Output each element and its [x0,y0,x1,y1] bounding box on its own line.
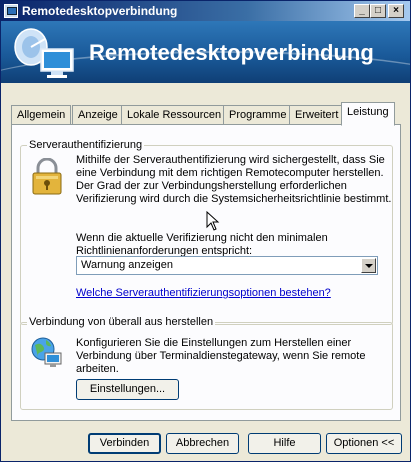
minimize-button[interactable]: _ [354,4,370,18]
help-button[interactable]: Hilfe [248,433,321,454]
computer-satellite-icon [14,28,74,78]
gateway-group: Verbindung von überall aus herstellen Ko… [20,316,393,410]
tab-leistung[interactable]: Leistung [341,102,395,126]
connect-button[interactable]: Verbinden [88,433,161,454]
globe-computer-icon [31,337,62,367]
tab-programme[interactable]: Programme [223,105,293,125]
close-button[interactable]: × [388,4,404,18]
gateway-legend: Verbindung von überall aus herstellen [27,316,216,328]
tab-lokale-ressourcen[interactable]: Lokale Ressourcen [121,105,228,125]
server-auth-description: Mithilfe der Serverauthentifizierung wir… [76,154,392,205]
tab-erweitert[interactable]: Erweitert [289,105,345,125]
window-title: Remotedesktopverbindung [22,4,178,18]
verification-condition-label: Wenn die aktuelle Verifizierung nicht de… [76,232,328,257]
chevron-down-icon[interactable] [361,258,376,273]
dialog-window: Remotedesktopverbindung _ □ × Remotedesk… [0,0,411,462]
gateway-description: Konfigurieren Sie die Einstellungen zum … [76,337,366,375]
server-auth-legend: Serverauthentifizierung [27,139,145,151]
title-bar[interactable]: Remotedesktopverbindung _ □ × [1,1,410,21]
remote-desktop-icon [4,4,18,18]
padlock-icon [32,158,62,195]
tab-panel-leistung: Serverauthentifizierung Mithilfe der Ser… [11,124,401,421]
maximize-button[interactable]: □ [370,4,386,18]
settings-button[interactable]: Einstellungen... [76,379,179,400]
mouse-cursor-icon [206,211,220,231]
tab-anzeige[interactable]: Anzeige [72,105,124,125]
tab-allgemein[interactable]: Allgemein [11,105,72,125]
verification-action-select[interactable]: Warnung anzeigen [76,256,378,275]
select-value: Warnung anzeigen [81,259,173,271]
header-banner: Remotedesktopverbindung [1,21,410,83]
server-auth-options-link[interactable]: Welche Serverauthentifizierungsoptionen … [76,287,331,299]
options-button[interactable]: Optionen << [326,433,402,454]
cancel-button[interactable]: Abbrechen [166,433,239,454]
server-auth-group: Serverauthentifizierung Mithilfe der Ser… [20,139,393,325]
banner-title: Remotedesktopverbindung [89,40,374,65]
